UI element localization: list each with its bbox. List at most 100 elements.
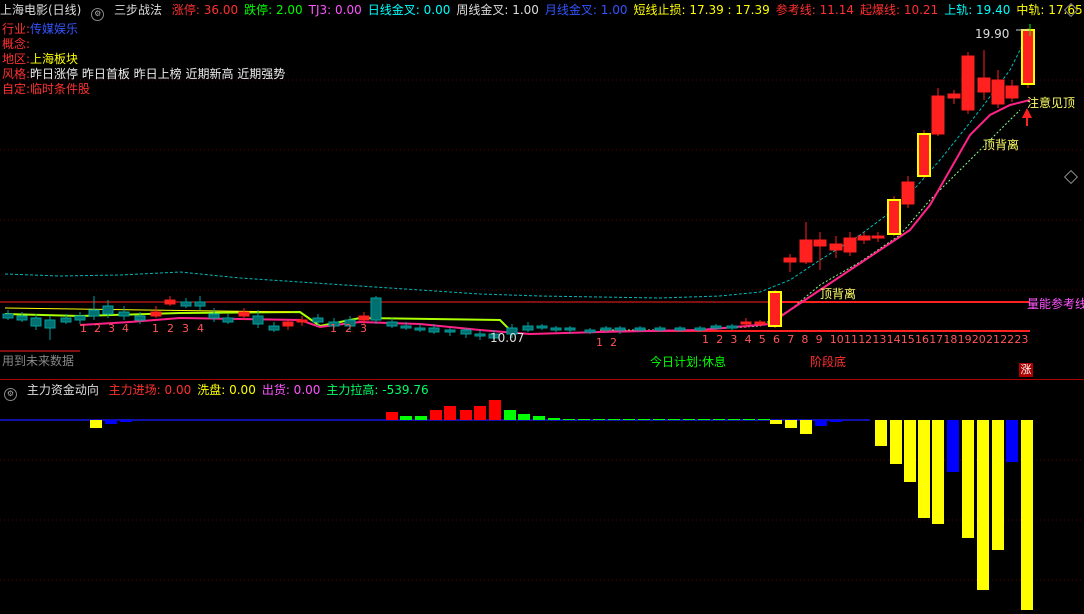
candle xyxy=(370,297,382,321)
candle xyxy=(102,305,114,315)
fund-bar xyxy=(444,406,456,420)
candle xyxy=(222,317,234,323)
candle xyxy=(947,93,961,99)
count-label: 17 xyxy=(929,333,944,346)
fund-bar xyxy=(533,416,545,420)
candle xyxy=(991,79,1005,105)
top-divergence-label: 顶背离 xyxy=(820,287,857,301)
fund-bar xyxy=(430,410,442,420)
candlestick-chart[interactable] xyxy=(0,0,1084,378)
count-label: 1 xyxy=(152,322,159,335)
fund-bar xyxy=(683,419,695,420)
count-label: 1 xyxy=(330,322,337,335)
fund-bar xyxy=(653,419,665,420)
candle xyxy=(428,327,440,333)
candle xyxy=(74,315,86,321)
count-label: 8 xyxy=(801,333,809,346)
fund-bar xyxy=(815,420,827,426)
candle xyxy=(799,239,813,263)
candle xyxy=(60,317,72,323)
fund-bar xyxy=(638,419,650,420)
count-label: 11 xyxy=(844,333,858,346)
top-divergence-label: 顶背离 xyxy=(983,138,1020,152)
candle xyxy=(252,315,264,325)
count-label: 1 xyxy=(80,322,87,335)
count-label: 13 xyxy=(872,333,887,346)
fund-bar xyxy=(386,412,398,420)
fund-bar xyxy=(918,420,930,518)
fund-bar xyxy=(489,400,501,420)
fund-bar xyxy=(904,420,916,482)
count-label: 4 xyxy=(122,322,129,335)
candle xyxy=(474,333,486,337)
fund-bar xyxy=(1021,420,1033,610)
fund-bar xyxy=(593,419,605,420)
fund-bar xyxy=(758,419,770,420)
candle xyxy=(584,329,596,333)
count-label: 4 xyxy=(744,333,752,346)
count-label: 1 xyxy=(596,336,603,349)
volume-ref-label: 量能参考线 xyxy=(1027,297,1084,311)
candle xyxy=(614,327,626,331)
candle xyxy=(2,313,14,319)
plan-label: 今日计划:休息 xyxy=(650,355,727,369)
fund-bar xyxy=(875,420,887,446)
candle xyxy=(768,291,782,327)
count-label: 12 xyxy=(858,333,873,346)
rise-badge[interactable]: 涨 xyxy=(1019,363,1033,377)
fund-bar xyxy=(728,419,740,420)
fund-bar xyxy=(992,420,1004,550)
candle xyxy=(754,321,766,325)
fund-bar xyxy=(713,419,725,420)
fund-bar xyxy=(800,420,812,434)
fund-bar xyxy=(120,420,132,422)
candle xyxy=(726,325,738,329)
fund-bar xyxy=(977,420,989,590)
candle xyxy=(843,237,857,253)
count-label: 2 xyxy=(167,322,174,335)
fund-flow-chart[interactable] xyxy=(0,380,1084,614)
fund-bar xyxy=(90,420,102,428)
stage-label: 阶段底 xyxy=(810,355,847,369)
candle xyxy=(1021,29,1035,85)
count-label: 1 xyxy=(702,333,709,346)
candle xyxy=(674,327,686,331)
candle xyxy=(654,327,666,331)
candle xyxy=(813,239,827,247)
count-label: 3 xyxy=(730,333,738,346)
candle xyxy=(887,199,901,235)
candle xyxy=(296,319,308,323)
candle xyxy=(164,299,176,305)
candle xyxy=(118,311,130,317)
fund-bar xyxy=(415,416,427,420)
peak-price-label: 19.90 xyxy=(975,27,1010,41)
fund-bar xyxy=(947,420,959,472)
fund-bar xyxy=(563,419,575,420)
count-label: 3 xyxy=(360,322,367,335)
count-label: 2 xyxy=(610,336,617,349)
candle xyxy=(180,301,192,307)
fund-bar xyxy=(698,419,710,420)
candle xyxy=(977,77,991,93)
upper-band-line xyxy=(4,29,1031,299)
future-data-label: 用到未来数据 xyxy=(2,354,75,368)
count-label: 10 xyxy=(829,333,844,346)
fund-bar xyxy=(548,418,560,420)
count-label: 15 xyxy=(900,333,915,346)
count-label: 4 xyxy=(197,322,204,335)
sub-chart-panel[interactable]: ⚙ 主力资金动向 主力进场: 0.00 洗盘: 0.00 出货: 0.00 主力拉高:… xyxy=(0,379,1084,614)
candle xyxy=(16,315,28,321)
count-label: 2 xyxy=(345,322,352,335)
candle xyxy=(740,321,752,325)
count-label: 2 xyxy=(716,333,724,346)
count-label: 7 xyxy=(787,333,795,346)
main-chart-panel[interactable]: 上海电影(日线) ⚙ 三步战法 涨停: 36.00 跌停: 2.00 TJ3: 0.… xyxy=(0,0,1084,378)
fund-bar xyxy=(890,420,902,464)
candle xyxy=(871,235,885,239)
fund-bar xyxy=(1006,420,1018,462)
candle xyxy=(134,315,146,321)
count-label: 3 xyxy=(108,322,115,335)
fund-bar xyxy=(770,420,782,424)
count-label: 21 xyxy=(986,333,1000,346)
candle xyxy=(312,317,324,323)
